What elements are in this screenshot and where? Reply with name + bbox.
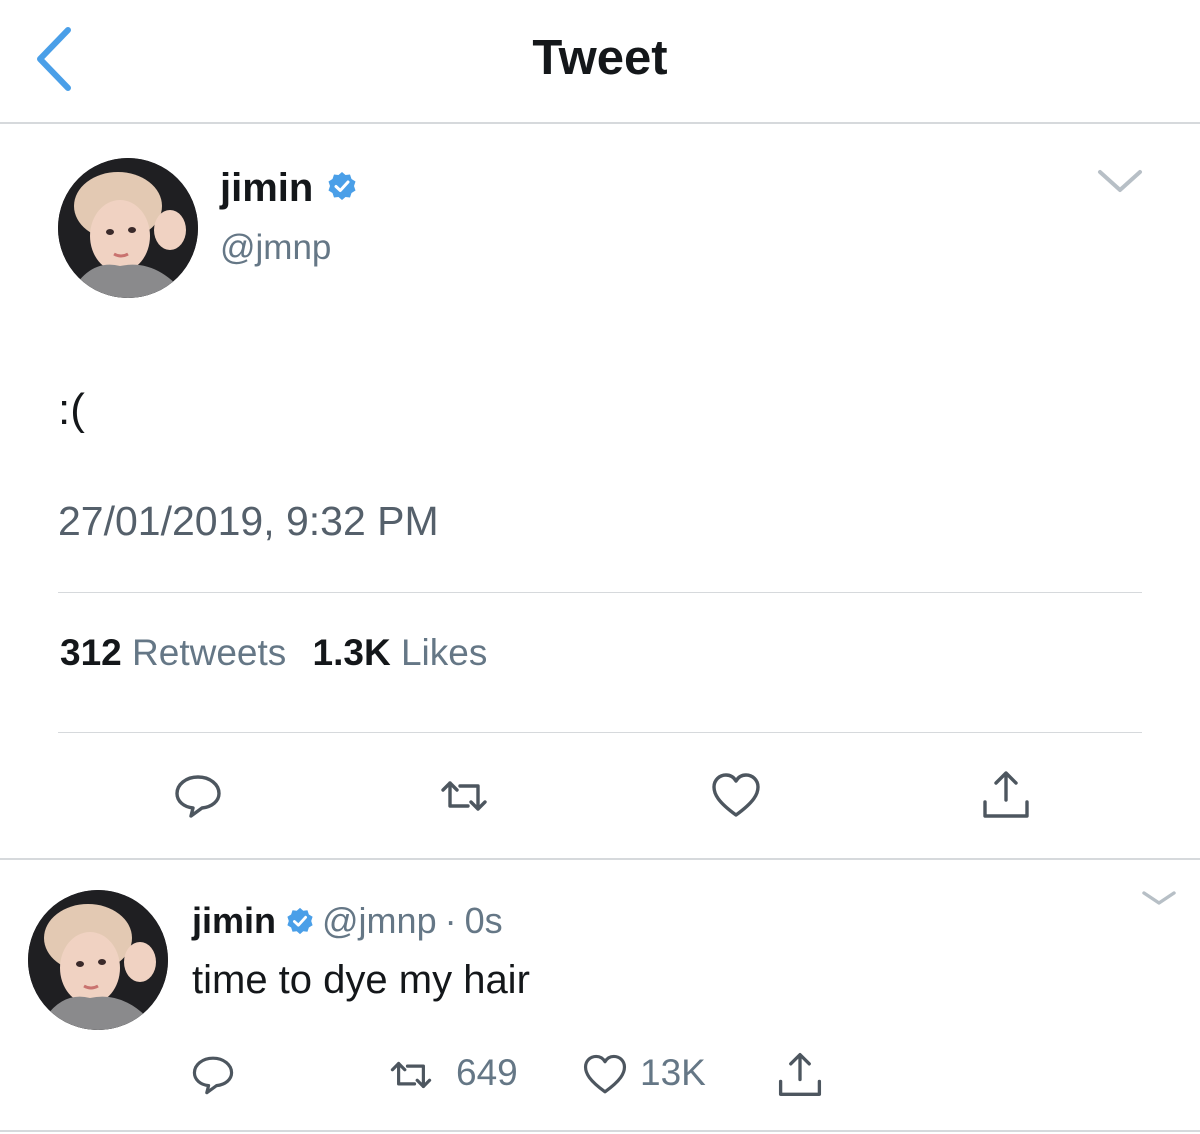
verified-badge-icon — [287, 907, 313, 935]
verified-badge-icon — [327, 171, 357, 201]
reply-button[interactable] — [190, 1052, 236, 1098]
heart-icon — [712, 773, 760, 817]
separator-dot: · — [444, 900, 457, 941]
tweet-menu-button[interactable] — [1096, 166, 1144, 196]
heart-icon — [583, 1054, 627, 1094]
avatar[interactable] — [28, 890, 168, 1030]
share-icon — [778, 1052, 822, 1096]
reply-header: jimin @jmnp · 0s — [192, 900, 503, 942]
share-button[interactable] — [980, 768, 1032, 820]
reply-button[interactable] — [172, 770, 224, 822]
like-button[interactable] — [710, 770, 762, 822]
tweet-time[interactable]: 0s — [465, 900, 503, 942]
page-title: Tweet — [532, 31, 668, 85]
retweet-icon — [390, 1061, 432, 1089]
author-handle[interactable]: @jmnp — [220, 228, 331, 268]
retweets-count[interactable]: 312 — [60, 632, 122, 673]
retweet-icon — [441, 781, 487, 811]
divider — [0, 1130, 1200, 1132]
author-name[interactable]: jimin — [220, 166, 313, 211]
retweet-button[interactable] — [388, 1052, 434, 1098]
retweets-count: 649 — [456, 1052, 518, 1093]
tweet-text: time to dye my hair — [192, 958, 530, 1002]
chevron-down-icon — [1098, 170, 1142, 192]
avatar[interactable] — [58, 158, 198, 298]
reply-icon — [175, 775, 221, 818]
divider — [0, 858, 1200, 860]
divider — [58, 592, 1142, 593]
retweets-label[interactable]: Retweets — [132, 632, 286, 673]
tweet-timestamp: 27/01/2019, 9:32 PM — [58, 498, 439, 544]
chevron-down-icon — [1142, 891, 1176, 905]
likes-count: 13K — [640, 1052, 706, 1093]
tweet-text: :( — [58, 385, 85, 434]
share-icon — [983, 771, 1029, 818]
like-button[interactable] — [582, 1052, 628, 1098]
share-button[interactable] — [776, 1050, 822, 1096]
author-name[interactable]: jimin — [192, 900, 276, 942]
tweet-menu-button[interactable] — [1140, 888, 1178, 908]
retweet-button[interactable] — [438, 770, 490, 822]
likes-count[interactable]: 1.3K — [313, 632, 391, 673]
divider — [58, 732, 1142, 733]
likes-label[interactable]: Likes — [401, 632, 487, 673]
author-handle[interactable]: @jmnp — [322, 900, 437, 942]
reply-icon — [192, 1056, 234, 1095]
tweet-stats: 312 Retweets 1.3K Likes — [60, 632, 503, 674]
